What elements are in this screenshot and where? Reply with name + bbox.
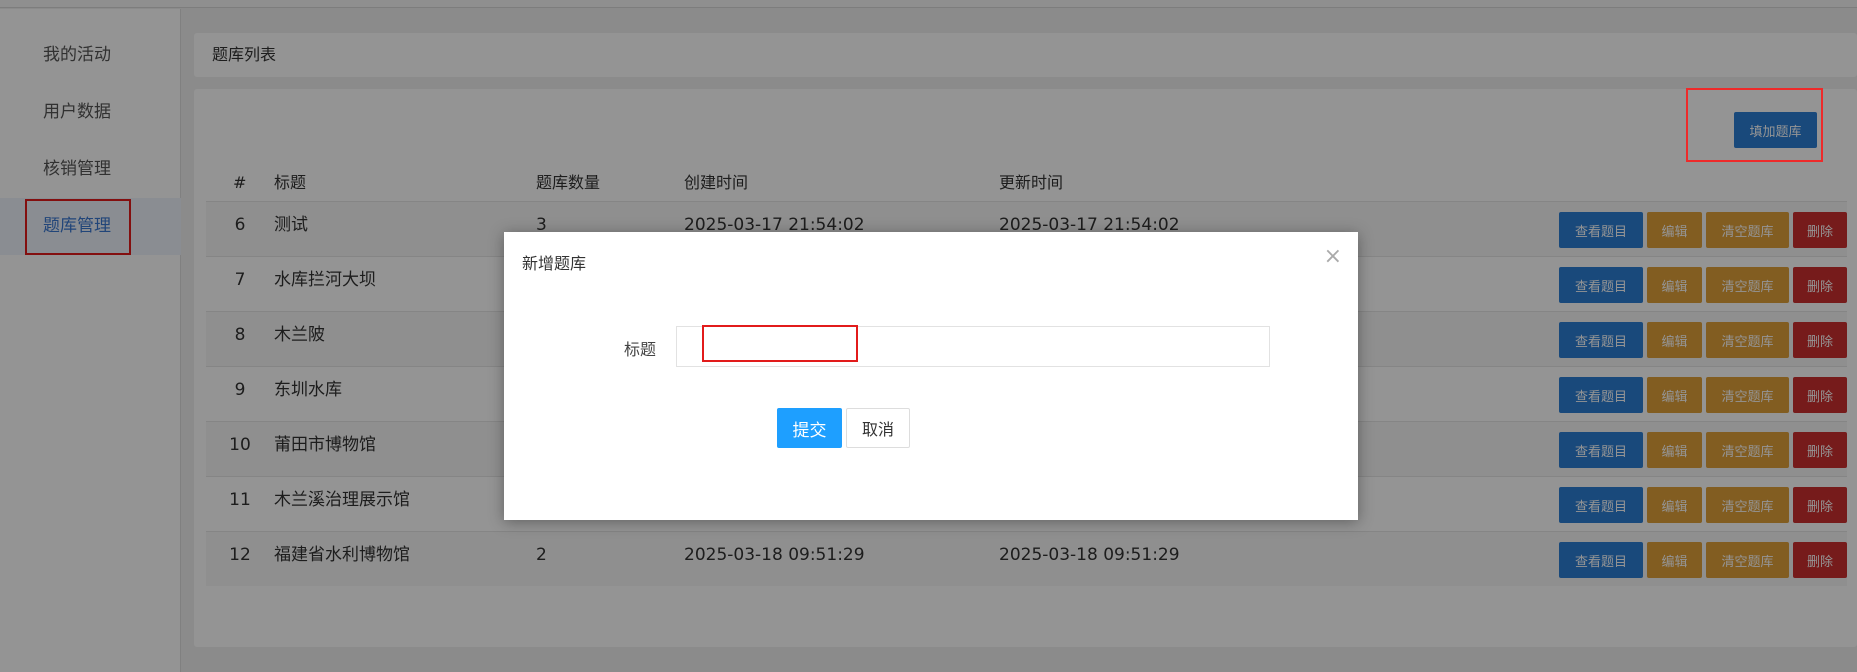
dialog-title: 新增题库 xyxy=(522,254,587,273)
close-icon[interactable]: × xyxy=(1324,242,1342,272)
add-bank-dialog: 新增题库 × 标题 提交 取消 xyxy=(504,232,1358,520)
title-input[interactable] xyxy=(676,326,1270,367)
cancel-button[interactable]: 取消 xyxy=(846,408,910,448)
submit-button[interactable]: 提交 xyxy=(777,408,842,448)
title-field-label: 标题 xyxy=(624,340,657,359)
